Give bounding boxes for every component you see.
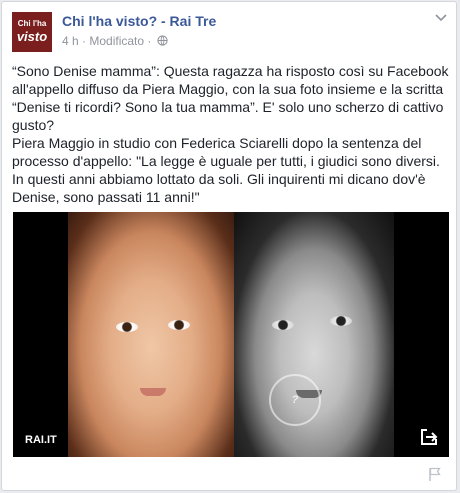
post-body: “Sono Denise mamma”: Questa ragazza ha r… [12,62,452,206]
avatar-logo-bottom: visto [16,29,48,44]
page-name-link[interactable]: Chi l'ha visto? - Rai Tre [62,12,216,30]
source-label[interactable]: RAI.IT [25,433,57,447]
left-eye [272,320,294,330]
post-footer [12,464,448,484]
left-eye [116,322,138,332]
meta-separator-2: · [144,34,155,48]
post-paragraph-2: Piera Maggio in studio con Federica Scia… [12,135,440,205]
post-meta: 4 h · Modificato · [62,33,168,49]
watermark-logo: ? [269,374,321,426]
mouth [140,388,166,396]
right-eye [330,316,352,326]
avatar[interactable]: Chi l'ha visto [12,12,52,52]
post-card: Chi l'ha visto Chi l'ha visto? - Rai Tre… [1,1,457,491]
edited-label[interactable]: Modificato [89,34,144,48]
meta-separator: · [78,34,90,48]
link-preview-media[interactable]: ? RAI.IT [13,212,449,457]
post-paragraph-1: “Sono Denise mamma”: Questa ragazza ha r… [12,63,449,133]
share-icon[interactable] [419,427,439,447]
right-eye [168,320,190,330]
girl-photo [234,212,394,457]
child-photo [68,212,234,457]
post-time[interactable]: 4 h [62,34,79,48]
chevron-down-icon[interactable] [434,14,448,24]
globe-icon[interactable] [157,35,168,46]
flag-icon[interactable] [428,467,442,481]
post-header: Chi l'ha visto Chi l'ha visto? - Rai Tre… [12,12,448,56]
